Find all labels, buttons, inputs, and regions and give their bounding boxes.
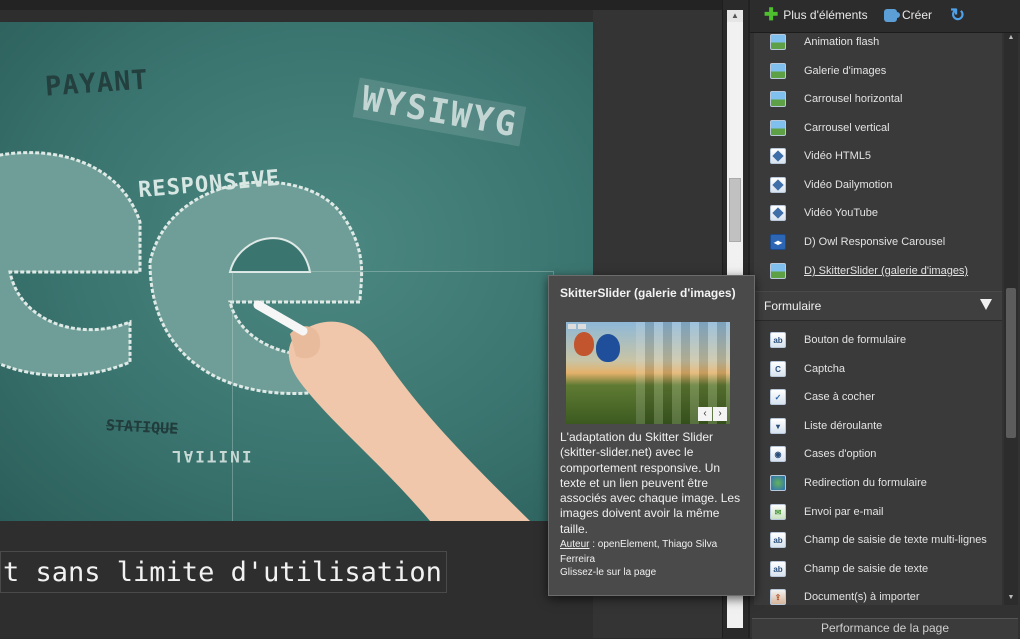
puzzle-icon bbox=[884, 8, 900, 22]
panel-toolbar: ✚ Plus d'éléments Créer ↻ bbox=[750, 0, 1020, 33]
form-button-icon: ab bbox=[770, 332, 786, 348]
multiline-text-field-icon: ab bbox=[770, 532, 786, 548]
scroll-up-arrow-icon[interactable]: ▲ bbox=[727, 10, 743, 22]
dropdown-list-icon: ▾ bbox=[770, 418, 786, 434]
tooltip-title: SkitterSlider (galerie d'images) bbox=[560, 286, 736, 300]
balloon-image bbox=[596, 334, 620, 362]
balloon-image bbox=[574, 332, 594, 356]
list-item-cases-option[interactable]: ◉ Cases d'option bbox=[754, 440, 1002, 468]
list-item-galerie-images[interactable]: Galerie d'images bbox=[754, 57, 1002, 85]
list-item-champ-texte[interactable]: ab Champ de saisie de texte bbox=[754, 555, 1002, 583]
element-tooltip: SkitterSlider (galerie d'images) ‹ › L'a… bbox=[548, 275, 755, 596]
canvas-top-strip bbox=[0, 0, 722, 10]
flash-animation-icon bbox=[770, 34, 786, 50]
slider-nav: ‹ › bbox=[698, 407, 727, 421]
chalk-letter-e-left bbox=[0, 151, 142, 377]
list-item-redirection-formulaire[interactable]: Redirection du formulaire bbox=[754, 469, 1002, 497]
slider-thumbnails bbox=[568, 324, 586, 329]
collapse-triangle-icon[interactable] bbox=[980, 299, 992, 310]
tooltip-preview-image: ‹ › bbox=[566, 322, 730, 424]
list-item-video-youtube[interactable]: Vidéo YouTube bbox=[754, 199, 1002, 227]
refresh-button[interactable]: ↻ bbox=[950, 5, 965, 26]
section-header-formulaire[interactable]: Formulaire bbox=[754, 291, 1002, 321]
email-send-icon: ✉ bbox=[770, 504, 786, 520]
dailymotion-video-icon bbox=[770, 177, 786, 193]
create-label: Créer bbox=[902, 8, 933, 22]
tooltip-description: L'adaptation du Skitter Slider (skitter-… bbox=[560, 430, 741, 536]
image-gallery-icon bbox=[770, 63, 786, 79]
list-item-carrousel-horizontal[interactable]: Carrousel horizontal bbox=[754, 85, 1002, 113]
list-item-carrousel-vertical[interactable]: Carrousel vertical bbox=[754, 114, 1002, 142]
horizontal-carousel-icon bbox=[770, 91, 786, 107]
caption-text[interactable]: t sans limite d'utilisation bbox=[0, 551, 447, 593]
skitter-slider-icon bbox=[770, 263, 786, 279]
text-field-icon: ab bbox=[770, 561, 786, 577]
plus-icon: ✚ bbox=[764, 5, 779, 24]
canvas-scrollbar-thumb[interactable] bbox=[729, 178, 741, 242]
author-key: Auteur bbox=[560, 539, 590, 550]
tooltip-author: Auteur : openElement, Thiago Silva Ferre… bbox=[560, 538, 748, 567]
slider-next-icon: › bbox=[713, 407, 727, 421]
list-item-skitter-slider[interactable]: D) SkitterSlider (galerie d'images) bbox=[754, 257, 1002, 285]
html5-video-icon bbox=[770, 148, 786, 164]
hero-image[interactable]: PAYANT WYSIWYG RESPONSIVE STATIQUE INITI… bbox=[0, 22, 593, 521]
checkbox-icon: ✓ bbox=[770, 389, 786, 405]
list-item-envoi-email[interactable]: ✉ Envoi par e-mail bbox=[754, 498, 1002, 526]
tooltip-drag-hint: Glissez-le sur la page bbox=[560, 567, 657, 578]
more-elements-label: Plus d'éléments bbox=[783, 8, 868, 22]
panel-scrollbar-thumb[interactable] bbox=[1006, 288, 1016, 438]
list-item-video-dailymotion[interactable]: Vidéo Dailymotion bbox=[754, 171, 1002, 199]
hero-word-statique: STATIQUE bbox=[105, 416, 179, 438]
list-item-video-html5[interactable]: Vidéo HTML5 bbox=[754, 142, 1002, 170]
panel-scrollbar[interactable]: ▲ ▼ bbox=[1004, 33, 1018, 605]
list-item-owl-carousel[interactable]: ◂▸ D) Owl Responsive Carousel bbox=[754, 228, 1002, 256]
file-import-icon: ⇪ bbox=[770, 589, 786, 605]
elements-list: Animation flash Galerie d'images Carrous… bbox=[754, 33, 1002, 605]
list-item-champ-multilignes[interactable]: ab Champ de saisie de texte multi-lignes bbox=[754, 526, 1002, 554]
list-item-documents-importer[interactable]: ⇪ Document(s) à importer bbox=[754, 583, 1002, 605]
vertical-carousel-icon bbox=[770, 120, 786, 136]
captcha-icon: C bbox=[770, 361, 786, 377]
panel-scroll-down-icon[interactable]: ▼ bbox=[1006, 594, 1016, 604]
list-item-case-a-cocher[interactable]: ✓ Case à cocher bbox=[754, 383, 1002, 411]
list-item-bouton-formulaire[interactable]: ab Bouton de formulaire bbox=[754, 326, 1002, 354]
youtube-video-icon bbox=[770, 205, 786, 221]
hero-word-initial: INITIAL bbox=[170, 447, 252, 466]
slider-prev-icon: ‹ bbox=[698, 407, 712, 421]
page-performance-button[interactable]: Performance de la page bbox=[752, 618, 1018, 639]
elements-panel: ✚ Plus d'éléments Créer ↻ Animation flas… bbox=[748, 0, 1020, 639]
owl-carousel-icon: ◂▸ bbox=[770, 234, 786, 250]
list-item-animation-flash[interactable]: Animation flash bbox=[754, 33, 1002, 56]
list-item-captcha[interactable]: C Captcha bbox=[754, 355, 1002, 383]
form-redirect-icon bbox=[770, 475, 786, 491]
create-button[interactable]: Créer bbox=[884, 8, 932, 22]
refresh-icon: ↻ bbox=[950, 5, 966, 25]
panel-scroll-up-icon[interactable]: ▲ bbox=[1006, 34, 1016, 44]
list-item-liste-deroulante[interactable]: ▾ Liste déroulante bbox=[754, 412, 1002, 440]
selection-box bbox=[232, 271, 554, 521]
radio-options-icon: ◉ bbox=[770, 446, 786, 462]
more-elements-button[interactable]: ✚ Plus d'éléments bbox=[764, 5, 868, 24]
